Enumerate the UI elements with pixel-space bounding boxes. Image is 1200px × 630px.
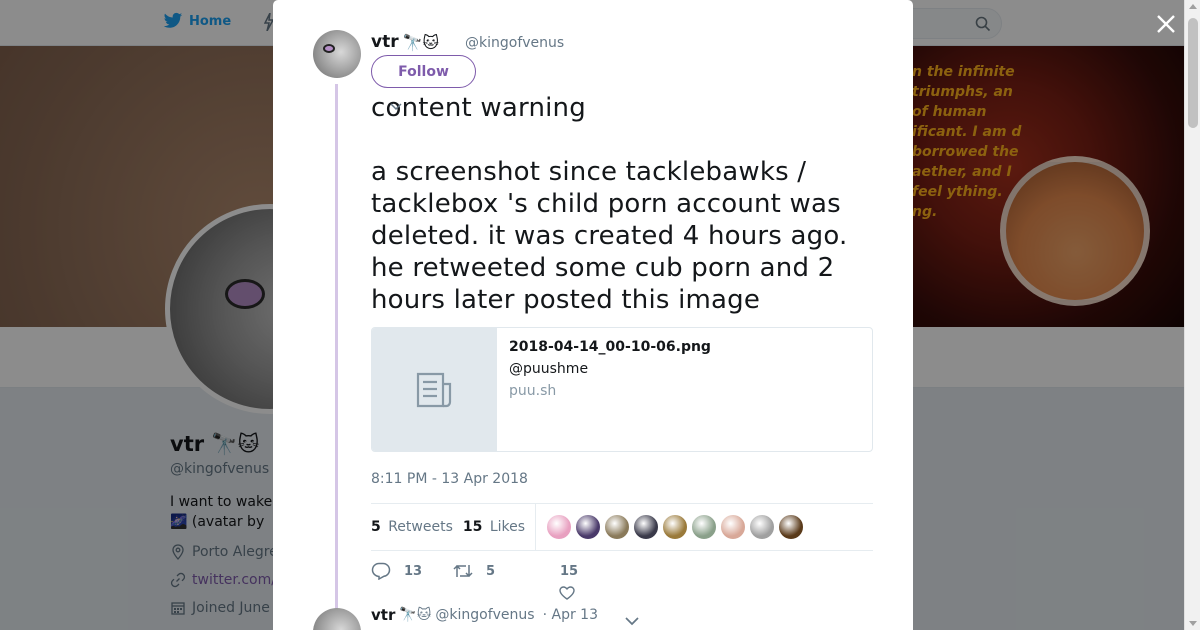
liker-avatar[interactable] (604, 514, 631, 540)
retweet-icon (453, 564, 473, 578)
tweet-author-name-text: vtr (371, 32, 399, 52)
tweet-author-name[interactable]: vtr 🔭🐱 (371, 32, 439, 52)
stats-divider (535, 503, 537, 551)
tweet-author-emoji: 🔭🐱 (402, 32, 440, 52)
follow-button[interactable]: Follow (371, 55, 476, 88)
link-preview-card[interactable]: 2018-04-14_00-10-06.png @puushme puu.sh (371, 327, 873, 452)
liker-avatar[interactable] (575, 514, 602, 540)
chevron-down-icon[interactable] (625, 611, 639, 630)
tweet-author-handle[interactable]: @kingofvenus (465, 35, 564, 51)
tweet-text: content warning a screenshot since tackl… (371, 92, 881, 316)
reply-count: 13 (404, 563, 423, 579)
tweet-permalink-modal: vtr 🔭🐱 @kingofvenus Follow content warni… (273, 0, 913, 630)
retweet-action[interactable]: 5 (453, 562, 495, 580)
likes-count: 15 (462, 519, 483, 535)
liker-avatar[interactable] (691, 514, 718, 540)
card-thumbnail (372, 328, 497, 451)
like-count[interactable]: 15 (560, 564, 578, 579)
avatar-eye (323, 44, 335, 53)
content-warning-label: content warning (371, 93, 586, 123)
liker-avatar[interactable] (749, 514, 776, 540)
card-title: 2018-04-14_00-10-06.png (509, 339, 711, 355)
retweet-count: 5 (486, 563, 496, 579)
reply-action[interactable]: 13 (371, 562, 422, 580)
likers-avatar-list (546, 514, 805, 540)
chevron-down-icon[interactable] (390, 96, 402, 115)
document-icon (416, 372, 452, 407)
scroll-down-arrow-icon[interactable] (1189, 621, 1197, 626)
tweet-timestamp[interactable]: 8:11 PM - 13 Apr 2018 (371, 471, 528, 487)
likes-label: Likes (489, 519, 526, 535)
reply-author-name[interactable]: vtr (371, 606, 395, 624)
page-scrollbar[interactable] (1184, 0, 1200, 630)
card-body: 2018-04-14_00-10-06.png @puushme puu.sh (497, 328, 723, 451)
close-modal-button[interactable] (1155, 13, 1177, 35)
reply-icon (371, 562, 391, 580)
heart-icon[interactable] (559, 586, 575, 604)
reply-author-avatar[interactable] (313, 608, 361, 630)
tweet-body: a screenshot since tacklebawks / tackleb… (371, 157, 848, 315)
tweet-author-avatar[interactable] (313, 30, 361, 78)
liker-avatar[interactable] (662, 514, 689, 540)
liker-avatar[interactable] (720, 514, 747, 540)
card-domain: puu.sh (509, 383, 557, 399)
tweet-stats: 5 Retweets 15 Likes (371, 503, 873, 551)
reply-author-emoji: 🔭🐱 (399, 607, 432, 623)
close-icon (1157, 15, 1175, 33)
liker-avatar[interactable] (633, 514, 660, 540)
reply-tweet-header: vtr 🔭🐱 @kingofvenus · Apr 13 (371, 606, 598, 624)
liker-avatar[interactable] (778, 514, 805, 540)
scroll-up-arrow-icon[interactable] (1189, 4, 1197, 9)
reply-date[interactable]: · Apr 13 (543, 607, 598, 623)
thread-connector-line (335, 84, 338, 610)
scrollbar-thumb[interactable] (1188, 18, 1198, 128)
reply-author-handle[interactable]: @kingofvenus (435, 607, 534, 623)
retweets-count: 5 (371, 519, 381, 535)
retweets-stat[interactable]: 5 Retweets (371, 519, 453, 535)
retweets-label: Retweets (388, 519, 453, 535)
likes-stat[interactable]: 15 Likes (463, 519, 525, 535)
liker-avatar[interactable] (546, 514, 573, 540)
card-description: @puushme (509, 361, 589, 377)
